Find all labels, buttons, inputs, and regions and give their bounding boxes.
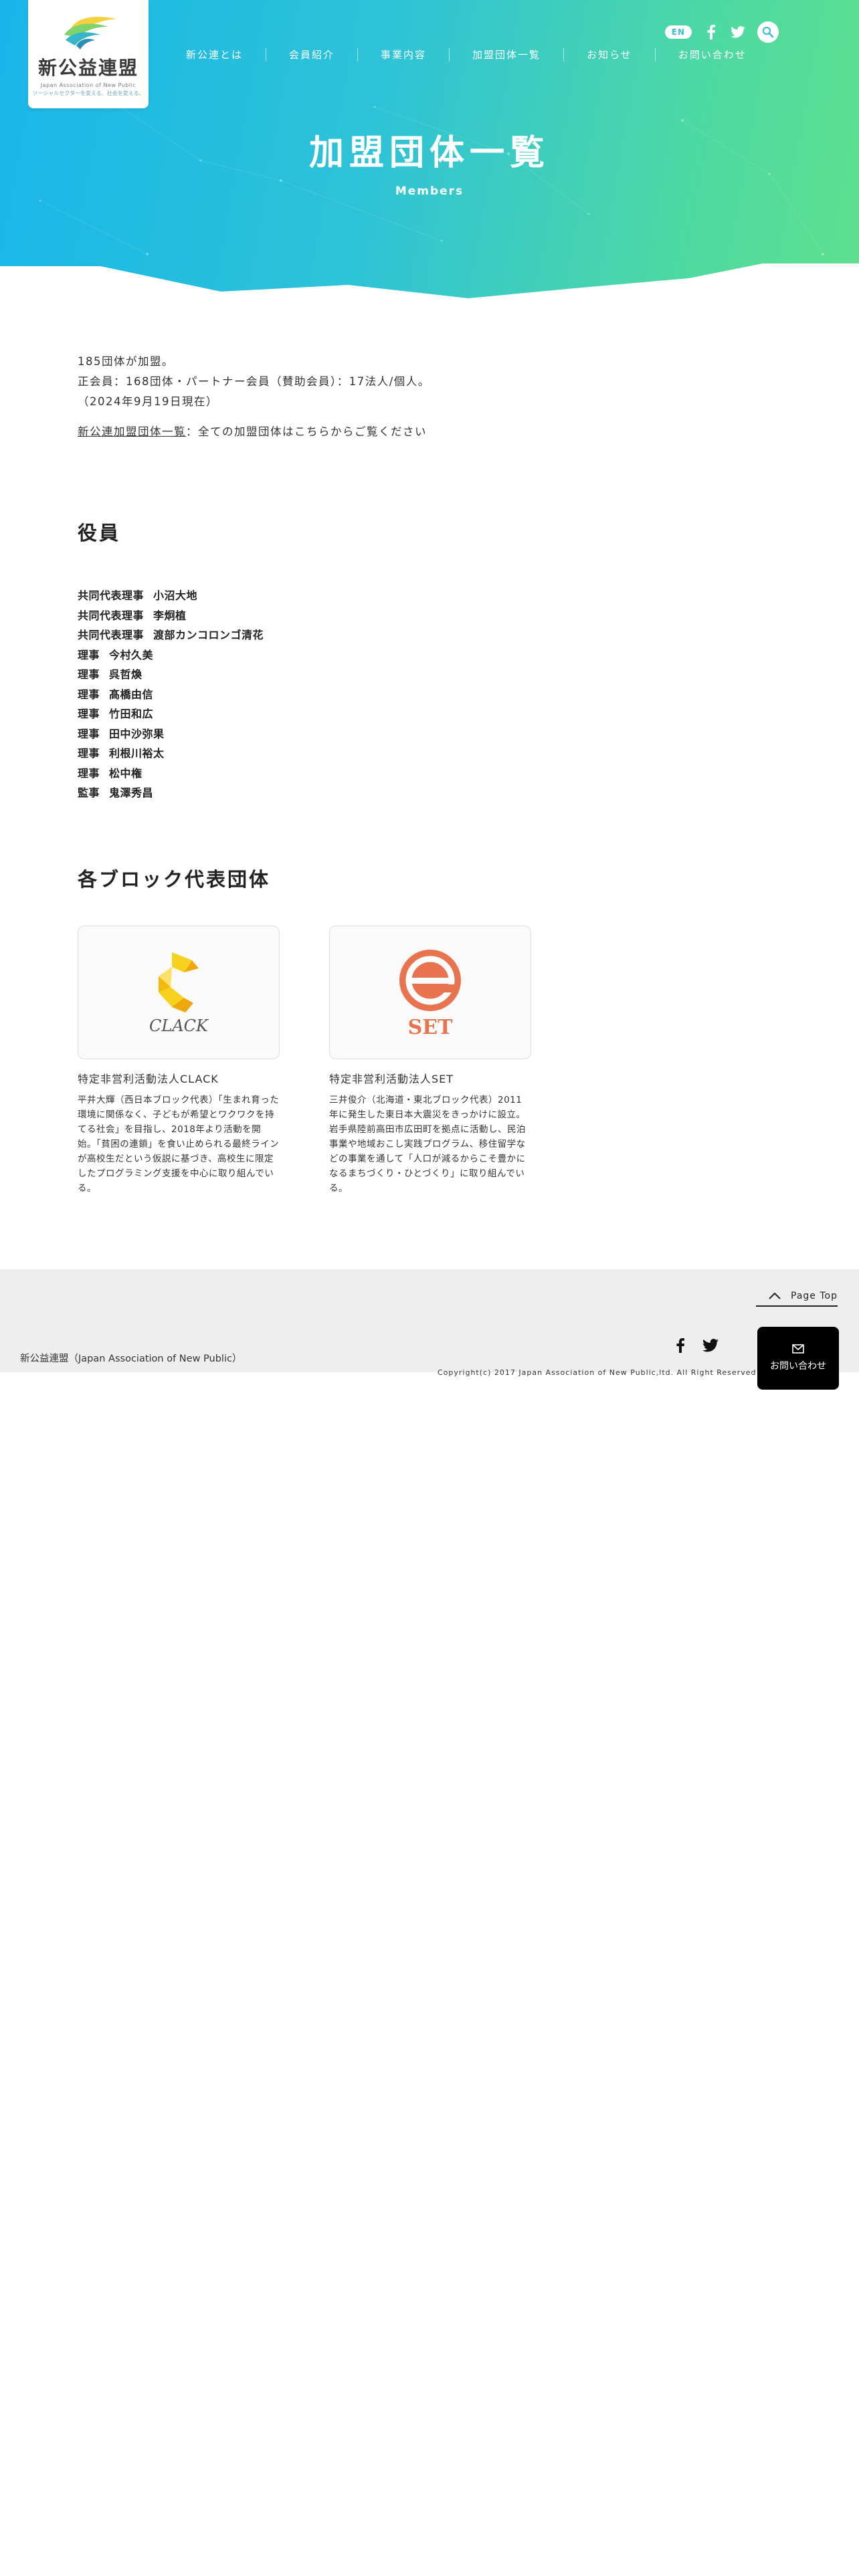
nav-item-member-list[interactable]: 加盟団体一覧 bbox=[449, 48, 563, 62]
representative-cards: CLACK 特定非営利活動法人CLACK 平井大輝（西日本ブロック代表）「生まれ… bbox=[78, 926, 531, 1196]
logo-english-name: Japan Association of New Public bbox=[40, 82, 136, 88]
hero-bottom-wave bbox=[0, 263, 859, 301]
officer-role: 理事 bbox=[78, 766, 100, 780]
block-representatives-heading: 各ブロック代表団体 bbox=[78, 868, 271, 891]
set-logo-icon: SET bbox=[399, 950, 461, 1039]
nav-item-activities[interactable]: 事業内容 bbox=[357, 48, 449, 62]
footer-social-links bbox=[676, 1337, 719, 1356]
officer-item: 理事 今村久美 bbox=[78, 645, 264, 665]
officer-item: 理事 髙橋由信 bbox=[78, 685, 264, 705]
officer-name: 田中沙弥果 bbox=[109, 727, 165, 740]
page-top-label: Page Top bbox=[791, 1291, 838, 1301]
set-logo-text: SET bbox=[408, 1016, 454, 1039]
representative-name: 特定非営利活動法人CLACK bbox=[78, 1073, 219, 1085]
set-logo: SET bbox=[329, 926, 531, 1059]
member-list-link-note: ：全ての加盟団体はこちらからご覧ください bbox=[186, 425, 427, 438]
officer-item: 理事 呉哲煥 bbox=[78, 665, 264, 685]
representative-card[interactable]: CLACK 特定非営利活動法人CLACK 平井大輝（西日本ブロック代表）「生まれ… bbox=[78, 926, 280, 1196]
member-list-link[interactable]: 新公連加盟団体一覧 bbox=[78, 425, 186, 438]
officer-name: 呉哲煥 bbox=[109, 668, 142, 681]
officer-item: 共同代表理事 李炯植 bbox=[78, 606, 264, 626]
contact-button[interactable]: お問い合わせ bbox=[757, 1327, 839, 1390]
logo-bird-icon bbox=[64, 17, 116, 49]
officer-role: 監事 bbox=[78, 786, 100, 799]
site-logo[interactable]: 新公益連盟 Japan Association of New Public ソー… bbox=[28, 0, 149, 108]
representative-name: 特定非営利活動法人SET bbox=[329, 1073, 454, 1085]
twitter-icon[interactable] bbox=[731, 25, 745, 39]
page-title: 加盟団体一覧 bbox=[308, 133, 550, 173]
officers-heading: 役員 bbox=[78, 522, 121, 544]
nav-item-about[interactable]: 新公連とは bbox=[170, 48, 266, 62]
mail-icon bbox=[792, 1344, 804, 1354]
header-utilities: EN bbox=[664, 21, 779, 43]
global-navigation: 新公連とは 会員紹介 事業内容 加盟団体一覧 お知らせ お問い合わせ bbox=[170, 48, 769, 62]
clack-logo: CLACK bbox=[78, 926, 280, 1059]
site-footer: Page Top 新公益連盟（Japan Association of New … bbox=[0, 1269, 859, 1390]
officer-list: 共同代表理事 小沼大地 共同代表理事 李炯植 共同代表理事 渡部カンコロンゴ清花 理事… bbox=[78, 586, 264, 803]
main-content: 185団体が加盟。 正会員：168団体・パートナー会員（賛助会員）：17法人/個… bbox=[78, 352, 680, 1194]
block-representatives-section: 各ブロック代表団体 CLACK 特定非営利活動法人CLACK 平井大輝（西日本ブ… bbox=[78, 864, 531, 1196]
representative-card[interactable]: SET 特定非営利活動法人SET 三井俊介（北海道・東北ブロック代表）2011 … bbox=[329, 926, 531, 1196]
officer-name: 松中権 bbox=[109, 766, 142, 780]
language-switch-button[interactable]: EN bbox=[664, 25, 692, 39]
intro-line: 正会員：168団体・パートナー会員（賛助会員）：17法人/個人。 bbox=[78, 375, 430, 388]
officer-name: 利根川裕太 bbox=[109, 747, 165, 760]
officer-role: 共同代表理事 bbox=[78, 629, 145, 641]
officer-item: 監事 鬼澤秀昌 bbox=[78, 783, 264, 803]
officer-name: 小沼大地 bbox=[153, 589, 198, 602]
officer-name: 髙橋由信 bbox=[109, 687, 154, 701]
officer-role: 理事 bbox=[78, 747, 100, 760]
nav-item-contact[interactable]: お問い合わせ bbox=[654, 48, 769, 62]
twitter-icon[interactable] bbox=[702, 1339, 719, 1355]
officer-role: 理事 bbox=[78, 727, 100, 740]
intro-line: 185団体が加盟。 bbox=[78, 355, 174, 368]
nav-item-members-intro[interactable]: 会員紹介 bbox=[266, 48, 357, 62]
logo-tagline: ソーシャルセクターを変える、社会を変える。 bbox=[32, 90, 145, 96]
officer-name: 渡部カンコロンゴ清花 bbox=[153, 629, 264, 641]
facebook-icon[interactable] bbox=[704, 25, 719, 39]
member-list-link-line: 新公連加盟団体一覧：全ての加盟団体はこちらからご覧ください bbox=[78, 423, 680, 439]
officer-role: 理事 bbox=[78, 648, 100, 661]
intro-section: 185団体が加盟。 正会員：168団体・パートナー会員（賛助会員）：17法人/個… bbox=[78, 352, 680, 439]
officer-name: 鬼澤秀昌 bbox=[109, 786, 154, 799]
officers-section: 役員 共同代表理事 小沼大地 共同代表理事 李炯植 共同代表理事 渡部カンコロンゴ清花… bbox=[78, 518, 264, 803]
page-subtitle: Members bbox=[395, 185, 464, 198]
nav-item-news[interactable]: お知らせ bbox=[563, 48, 655, 62]
clack-logo-text: CLACK bbox=[149, 1016, 209, 1035]
officer-name: 竹田和広 bbox=[109, 708, 154, 720]
officer-role: 理事 bbox=[78, 668, 100, 681]
officer-item: 理事 竹田和広 bbox=[78, 704, 264, 724]
officer-item: 共同代表理事 小沼大地 bbox=[78, 586, 264, 606]
officer-role: 共同代表理事 bbox=[78, 609, 145, 622]
representative-description: 平井大輝（西日本ブロック代表）「生まれ育った環境に関係なく、子どもが希望とワクワ… bbox=[78, 1095, 280, 1194]
footer-org-name: 新公益連盟（Japan Association of New Public） bbox=[20, 1354, 242, 1364]
search-button[interactable] bbox=[757, 21, 779, 43]
officer-name: 李炯植 bbox=[153, 609, 187, 622]
officer-item: 理事 松中権 bbox=[78, 764, 264, 784]
officer-item: 共同代表理事 渡部カンコロンゴ清花 bbox=[78, 625, 264, 645]
representative-description: 三井俊介（北海道・東北ブロック代表）2011 年に発生した東日本大震災をきっかけ… bbox=[329, 1095, 526, 1194]
officer-role: 理事 bbox=[78, 708, 100, 720]
search-icon bbox=[762, 26, 774, 38]
officer-role: 共同代表理事 bbox=[78, 589, 145, 602]
facebook-icon[interactable] bbox=[676, 1337, 685, 1356]
contact-button-label: お問い合わせ bbox=[770, 1361, 826, 1372]
intro-line: （2024年9月19日現在） bbox=[78, 395, 218, 408]
page-top-button[interactable]: Page Top bbox=[756, 1291, 838, 1307]
officer-role: 理事 bbox=[78, 687, 100, 701]
copyright-text: Copyright(c) 2017 Japan Association of N… bbox=[438, 1368, 757, 1377]
clack-logo-icon: CLACK bbox=[149, 952, 209, 1035]
logo-name: 新公益連盟 bbox=[37, 57, 138, 79]
officer-name: 今村久美 bbox=[109, 648, 154, 661]
chevron-up-icon bbox=[769, 1292, 781, 1299]
officer-item: 理事 田中沙弥果 bbox=[78, 724, 264, 744]
hero-section: 新公益連盟 Japan Association of New Public ソー… bbox=[0, 0, 859, 301]
officer-item: 理事 利根川裕太 bbox=[78, 744, 264, 764]
